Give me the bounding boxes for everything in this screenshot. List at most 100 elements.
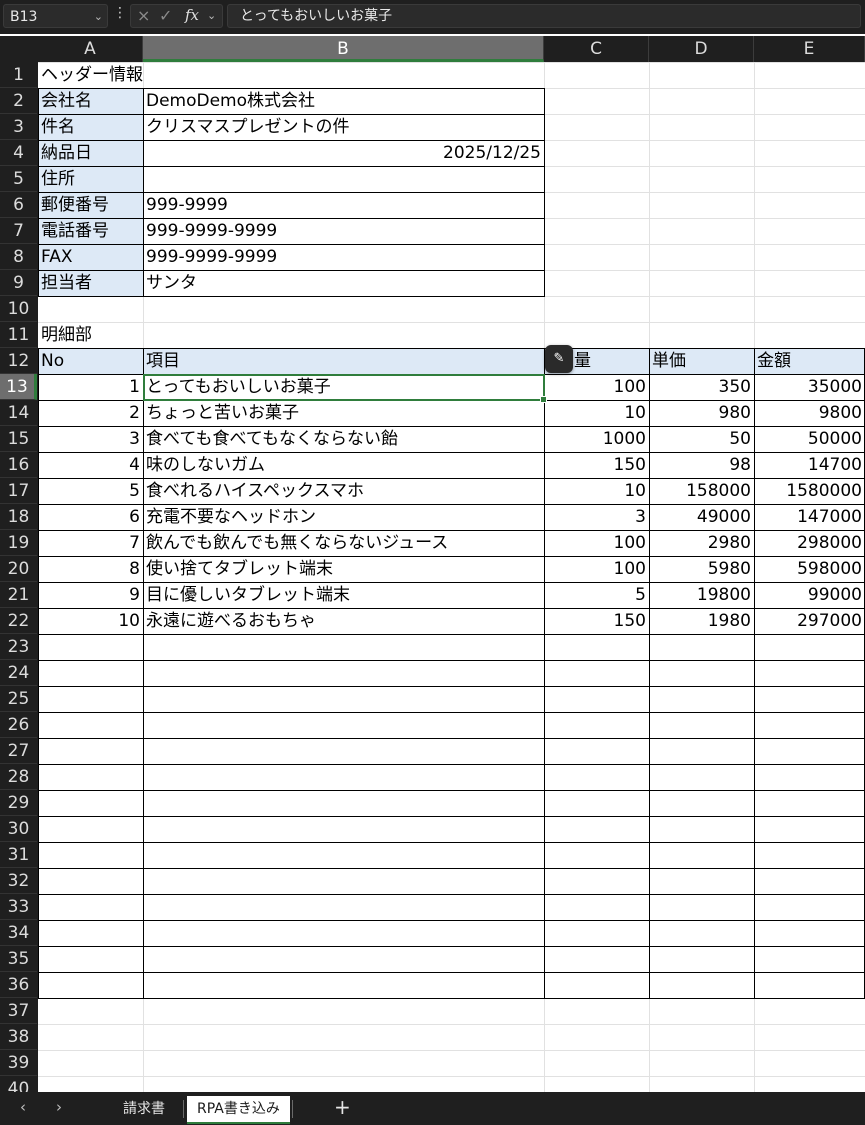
row-header-36[interactable]: 36 [0, 972, 37, 998]
detail-cell-price[interactable]: 158000 [649, 478, 754, 504]
enter-icon[interactable]: ✓ [159, 6, 172, 25]
row-header-13[interactable]: 13 [0, 374, 37, 400]
header-label-cell[interactable]: 郵便番号 [38, 192, 143, 218]
sheet-tab-rpa[interactable]: RPA書き込み [187, 1096, 290, 1124]
row-header-18[interactable]: 18 [0, 504, 37, 530]
chevron-down-icon[interactable]: ⌄ [207, 9, 216, 22]
add-sheet-icon[interactable]: + [334, 1095, 351, 1119]
row-header-24[interactable]: 24 [0, 660, 37, 686]
row-header-4[interactable]: 4 [0, 140, 37, 166]
column-header-e[interactable]: E [754, 36, 865, 62]
detail-cell-no[interactable]: 10 [38, 608, 143, 634]
detail-cell-amount[interactable]: 147000 [754, 504, 865, 530]
detail-cell-amount[interactable]: 35000 [754, 374, 865, 400]
insert-function-icon[interactable]: fx [185, 6, 199, 24]
detail-cell-amount[interactable]: 598000 [754, 556, 865, 582]
header-value-cell[interactable]: 999-9999-9999 [143, 244, 544, 270]
detail-cell-no[interactable]: 6 [38, 504, 143, 530]
chevron-right-icon[interactable]: › [56, 1098, 62, 1116]
detail-header-cell[interactable]: 項目 [143, 348, 544, 374]
row-header-1[interactable]: 1 [0, 62, 37, 88]
detail-cell-qty[interactable]: 10 [544, 400, 649, 426]
detail-cell-item[interactable]: 永遠に遊べるおもちゃ [143, 608, 544, 634]
detail-cell-item[interactable]: 食べても食べてもなくならない飴 [143, 426, 544, 452]
detail-cell-price[interactable]: 98 [649, 452, 754, 478]
row-header-33[interactable]: 33 [0, 894, 37, 920]
detail-cell-item[interactable]: 目に優しいタブレット端末 [143, 582, 544, 608]
row-header-27[interactable]: 27 [0, 738, 37, 764]
detail-section-title[interactable]: 明細部 [38, 322, 95, 348]
row-header-39[interactable]: 39 [0, 1050, 37, 1076]
row-header-16[interactable]: 16 [0, 452, 37, 478]
header-label-cell[interactable]: FAX [38, 244, 143, 270]
row-header-37[interactable]: 37 [0, 998, 37, 1024]
row-header-15[interactable]: 15 [0, 426, 37, 452]
row-header-23[interactable]: 23 [0, 634, 37, 660]
detail-cell-amount[interactable]: 14700 [754, 452, 865, 478]
detail-cell-item[interactable]: とってもおいしいお菓子 [143, 374, 544, 400]
row-header-17[interactable]: 17 [0, 478, 37, 504]
more-options-icon[interactable]: ⋮ [113, 5, 127, 21]
spreadsheet-grid[interactable]: ヘッダー情報 会社名 DemoDemo株式会社 件名 クリスマスプレゼントの件 納品日 2… [38, 62, 865, 1092]
header-value-cell[interactable]: 2025/12/25 [143, 140, 544, 166]
row-header-12[interactable]: 12 [0, 348, 37, 374]
row-header-26[interactable]: 26 [0, 712, 37, 738]
chevron-down-icon[interactable]: ⌄ [94, 5, 103, 29]
detail-header-cell[interactable]: 単価 [649, 348, 754, 374]
detail-cell-no[interactable]: 2 [38, 400, 143, 426]
header-value-cell[interactable]: サンタ [143, 270, 544, 296]
header-label-cell[interactable]: 住所 [38, 166, 143, 192]
detail-cell-no[interactable]: 5 [38, 478, 143, 504]
row-header-38[interactable]: 38 [0, 1024, 37, 1050]
detail-cell-qty[interactable]: 150 [544, 452, 649, 478]
row-header-34[interactable]: 34 [0, 920, 37, 946]
detail-cell-amount[interactable]: 9800 [754, 400, 865, 426]
header-value-cell[interactable]: クリスマスプレゼントの件 [143, 114, 544, 140]
detail-cell-no[interactable]: 7 [38, 530, 143, 556]
detail-cell-no[interactable]: 9 [38, 582, 143, 608]
detail-cell-price[interactable]: 2980 [649, 530, 754, 556]
detail-cell-amount[interactable]: 297000 [754, 608, 865, 634]
row-header-22[interactable]: 22 [0, 608, 37, 634]
row-header-2[interactable]: 2 [0, 88, 37, 114]
header-value-cell[interactable]: 999-9999-9999 [143, 218, 544, 244]
header-label-cell[interactable]: 件名 [38, 114, 143, 140]
detail-cell-no[interactable]: 1 [38, 374, 143, 400]
detail-cell-price[interactable]: 350 [649, 374, 754, 400]
row-header-31[interactable]: 31 [0, 842, 37, 868]
row-header-5[interactable]: 5 [0, 166, 37, 192]
detail-cell-price[interactable]: 980 [649, 400, 754, 426]
quick-analysis-icon[interactable]: ✎ [545, 345, 573, 373]
column-header-d[interactable]: D [649, 36, 754, 62]
chevron-left-icon[interactable]: ‹ [20, 1098, 26, 1116]
column-header-a[interactable]: A [38, 36, 143, 62]
row-header-9[interactable]: 9 [0, 270, 37, 296]
detail-cell-amount[interactable]: 298000 [754, 530, 865, 556]
sheet-tab-invoice[interactable]: 請求書 [113, 1096, 175, 1122]
row-header-21[interactable]: 21 [0, 582, 37, 608]
header-value-cell[interactable]: DemoDemo株式会社 [143, 88, 544, 114]
detail-cell-price[interactable]: 1980 [649, 608, 754, 634]
detail-cell-price[interactable]: 49000 [649, 504, 754, 530]
header-label-cell[interactable]: 電話番号 [38, 218, 143, 244]
detail-cell-item[interactable]: 充電不要なヘッドホン [143, 504, 544, 530]
row-header-10[interactable]: 10 [0, 296, 37, 322]
detail-cell-no[interactable]: 4 [38, 452, 143, 478]
header-value-cell[interactable] [143, 166, 544, 192]
detail-cell-item[interactable]: 食べれるハイスペックスマホ [143, 478, 544, 504]
row-header-6[interactable]: 6 [0, 192, 37, 218]
cancel-icon[interactable]: × [137, 6, 150, 25]
detail-cell-item[interactable]: ちょっと苦いお菓子 [143, 400, 544, 426]
row-header-32[interactable]: 32 [0, 868, 37, 894]
detail-cell-qty[interactable]: 5 [544, 582, 649, 608]
row-header-20[interactable]: 20 [0, 556, 37, 582]
detail-cell-qty[interactable]: 150 [544, 608, 649, 634]
row-header-30[interactable]: 30 [0, 816, 37, 842]
row-header-35[interactable]: 35 [0, 946, 37, 972]
header-label-cell[interactable]: 会社名 [38, 88, 143, 114]
detail-cell-amount[interactable]: 50000 [754, 426, 865, 452]
row-header-11[interactable]: 11 [0, 322, 37, 348]
row-header-25[interactable]: 25 [0, 686, 37, 712]
header-label-cell[interactable]: 担当者 [38, 270, 143, 296]
column-header-c[interactable]: C [544, 36, 649, 62]
